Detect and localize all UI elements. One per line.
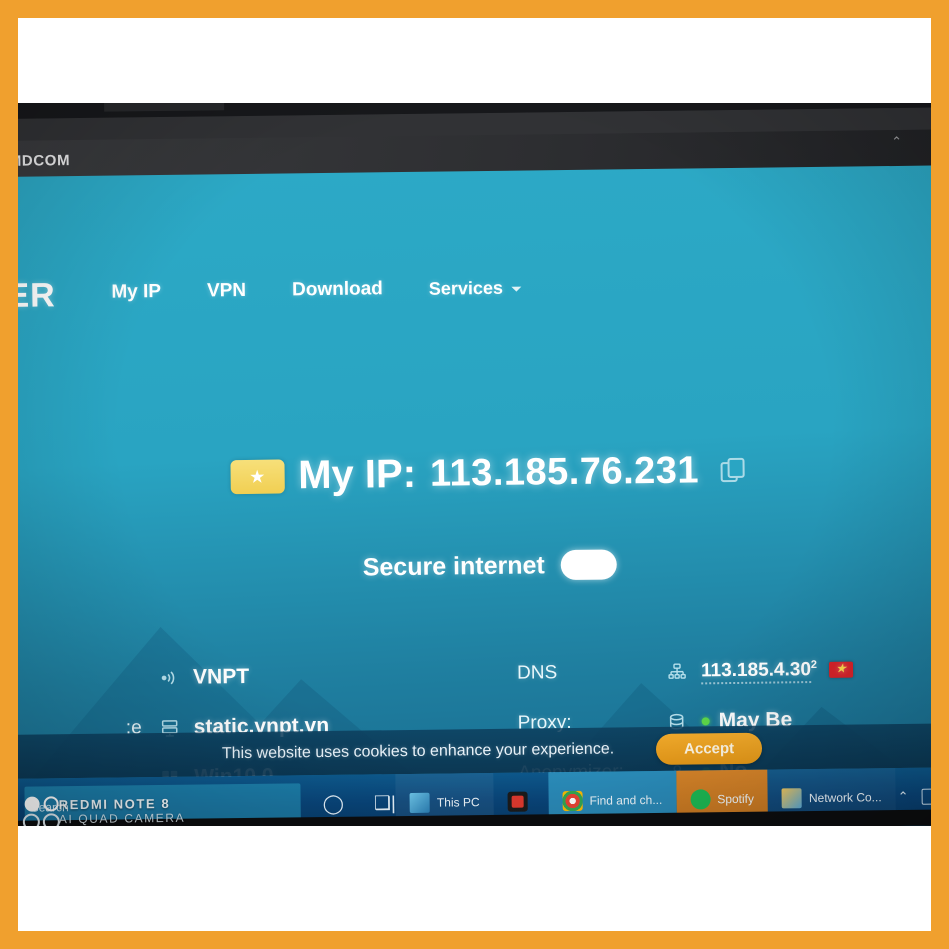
- spotify-icon: [690, 789, 711, 810]
- star-glyph: ★: [249, 466, 266, 487]
- cortana-icon[interactable]: ◯: [323, 792, 345, 815]
- my-ip-value[interactable]: 113.185.76.231: [430, 449, 700, 495]
- dns-network-icon: [667, 662, 701, 681]
- broadcast-icon: [159, 669, 193, 687]
- dns-superscript: 2: [810, 658, 818, 671]
- taskbar-app-label: This PC: [436, 795, 480, 810]
- my-ip-label: My IP:: [297, 451, 417, 498]
- search-input[interactable]: Search: [31, 800, 69, 814]
- browser-tab[interactable]: [104, 103, 225, 112]
- red-app-icon: [507, 791, 528, 812]
- taskbar-app-label: Spotify: [717, 791, 755, 807]
- nav-item-my-ip[interactable]: My IP: [111, 281, 161, 304]
- vietnam-flag-icon: [828, 661, 854, 678]
- copy-icon[interactable]: [720, 457, 747, 483]
- taskbar-app-label: Network Co...: [808, 790, 882, 806]
- hero-ip-row: ★ My IP: 113.185.76.231: [18, 445, 931, 502]
- info-label-dns: DNS: [516, 662, 558, 684]
- screen-content: MDCOM ⌃ ⌄ ER My IP VPN Download Services: [18, 103, 931, 826]
- website-body: ER My IP VPN Download Services ★ My IP:: [18, 165, 931, 826]
- chevron-down-icon: [510, 286, 521, 292]
- cookie-accept-button[interactable]: Accept: [655, 732, 763, 765]
- info-row-isp: VNPT: [18, 649, 491, 705]
- taskbar-tray: ⌃: [898, 788, 931, 805]
- keyboard-icon[interactable]: [921, 788, 931, 805]
- star-icon: ★: [230, 458, 285, 494]
- secure-internet-row: Secure internet: [18, 545, 931, 587]
- secure-internet-label: Secure internet: [362, 550, 545, 582]
- cookie-banner-text: This website uses cookies to enhance you…: [221, 740, 615, 763]
- nav-item-services[interactable]: Services: [429, 277, 521, 299]
- tray-chevron-icon[interactable]: ⌃: [898, 789, 909, 805]
- info-value-dns[interactable]: 113.185.4.302: [700, 658, 854, 685]
- taskbar-system-buttons: ◯ ❑|: [303, 792, 397, 816]
- info-row-dns: DNS 113.185.4.302★: [517, 643, 931, 699]
- secure-internet-toggle[interactable]: [560, 549, 617, 581]
- copy-icon-front: [727, 457, 746, 478]
- orange-photo-frame: MDCOM ⌃ ⌄ ER My IP VPN Download Services: [0, 0, 949, 949]
- info-label-isp: [18, 678, 159, 680]
- nav-item-vpn[interactable]: VPN: [207, 280, 246, 302]
- main-nav: My IP VPN Download Services: [111, 277, 521, 304]
- network-icon: [781, 788, 803, 809]
- nav-item-download[interactable]: Download: [292, 278, 383, 301]
- info-value-isp: VNPT: [192, 664, 250, 689]
- task-view-icon[interactable]: ❑|: [374, 792, 396, 815]
- nav-item-services-label: Services: [428, 277, 504, 299]
- chrome-icon: [562, 790, 583, 812]
- monitor-photo: MDCOM ⌃ ⌄ ER My IP VPN Download Services: [18, 103, 931, 826]
- dns-address: 113.185.4.30: [700, 659, 812, 685]
- site-logo[interactable]: ER: [18, 276, 56, 316]
- taskbar-app-label: Find and ch...: [589, 792, 663, 808]
- address-bar-text[interactable]: MDCOM: [18, 152, 70, 170]
- status-dot: [701, 717, 710, 726]
- this-pc-icon: [409, 792, 431, 813]
- window-controls[interactable]: ⌃ ⌄: [891, 133, 931, 150]
